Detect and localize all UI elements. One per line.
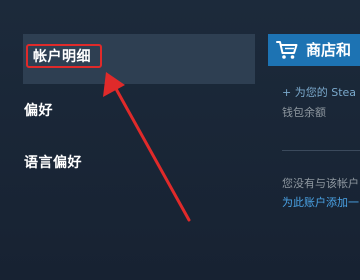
shopping-cart-icon (276, 41, 298, 59)
sidebar-item-language-preferences[interactable]: 语言偏好 (24, 148, 82, 178)
add-phone-link[interactable]: 为此账户添加一 (282, 194, 360, 210)
sidebar-item-preferences[interactable]: 偏好 (24, 96, 53, 126)
account-sidebar: 帐户明细 偏好 语言偏好 (0, 0, 256, 280)
sidebar-item-label: 偏好 (24, 103, 53, 119)
store-panel: 商店和 + 为您的 Stea 钱包余额 您没有与该帐户 为此账户添加一 (268, 0, 360, 280)
store-header-title: 商店和 (306, 41, 352, 59)
add-funds-link[interactable]: + 为您的 Stea (282, 84, 360, 100)
section-divider (282, 150, 360, 151)
wallet-balance-label: 钱包余额 (282, 106, 326, 119)
store-header: 商店和 (268, 34, 360, 66)
account-page: 帐户明细 偏好 语言偏好 商店和 + 为您的 Stea 钱包余额 您没有与该帐户… (0, 0, 360, 280)
sidebar-item-label: 帐户明细 (33, 49, 91, 65)
sidebar-item-label: 语言偏好 (24, 155, 82, 171)
phone-notice-text: 您没有与该帐户 (282, 177, 359, 190)
sidebar-item-account-details[interactable]: 帐户明细 (23, 34, 255, 84)
